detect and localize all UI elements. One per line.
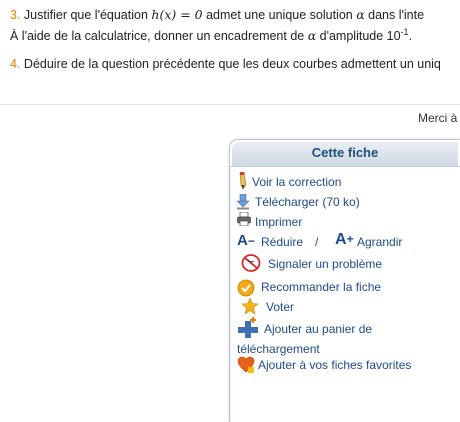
divider xyxy=(0,104,460,105)
question-3-line-1: 3. Justifier que l'équation h(x) = 0 adm… xyxy=(10,6,460,24)
imprimer-link[interactable]: Imprimer xyxy=(255,215,302,230)
heart-icon xyxy=(237,356,255,373)
question-3-text: Justifier que l'équation xyxy=(23,8,152,22)
download-icon xyxy=(236,194,250,210)
recommander-link[interactable]: Recommander la fiche xyxy=(261,280,381,295)
voter-link[interactable]: Voter xyxy=(266,300,294,315)
question-3-exponent: -1 xyxy=(400,27,409,37)
fiche-panel: Cette fiche Voir la correction Télécharg… xyxy=(229,139,460,422)
font-decrease-icon: A− xyxy=(237,232,255,249)
panier-link[interactable]: Ajouter au panier de xyxy=(264,322,372,337)
question-3-line-2-symbol: α xyxy=(307,28,317,44)
star-icon xyxy=(241,297,259,315)
question-4-text: Déduire de la question précédente que le… xyxy=(23,57,441,71)
size-separator: / xyxy=(315,235,319,249)
printer-icon xyxy=(237,212,251,226)
question-4-number: 4. xyxy=(10,57,21,71)
report-problem-icon xyxy=(241,254,261,272)
add-to-cart-icon xyxy=(238,317,258,338)
font-increase-icon: A+ xyxy=(335,231,354,248)
voir-correction-link[interactable]: Voir la correction xyxy=(252,175,341,190)
signaler-link[interactable]: Signaler un problème xyxy=(268,257,382,272)
favorites-link[interactable]: Ajouter à vos fiches favorites xyxy=(258,358,411,373)
question-4: 4. Déduire de la question précédente que… xyxy=(10,57,441,71)
question-3-line-2-text: À l'aide de la calculatrice, donner un e… xyxy=(10,29,308,44)
agrandir-link[interactable]: Agrandir xyxy=(357,235,402,250)
reduire-link[interactable]: Réduire xyxy=(261,235,303,250)
panel-body: Voir la correction Télécharger (70 ko) I… xyxy=(230,166,460,422)
merci-text: Merci à xyxy=(418,111,458,125)
question-3-text-after: dans l'inte xyxy=(364,8,425,22)
question-3-line-2: À l'aide de la calculatrice, donner un e… xyxy=(10,24,460,45)
checkmark-icon xyxy=(237,279,255,297)
telecharger-link[interactable]: Télécharger (70 ko) xyxy=(255,195,360,210)
panier-link-line-2[interactable]: téléchargement xyxy=(237,342,320,357)
question-3-number: 3. xyxy=(10,8,21,22)
question-3-symbol: α xyxy=(356,7,365,22)
exercise-text: 3. Justifier que l'équation h(x) = 0 adm… xyxy=(10,6,460,45)
panel-title: Cette fiche xyxy=(232,142,458,166)
pencil-icon xyxy=(239,172,247,190)
question-3-text-mid: admet une unique solution xyxy=(202,8,357,22)
question-3-line-2-end: . xyxy=(408,29,413,44)
question-3-line-2-after: d'amplitude 10 xyxy=(316,29,401,44)
question-3-equation: h(x) = 0 xyxy=(151,7,203,22)
